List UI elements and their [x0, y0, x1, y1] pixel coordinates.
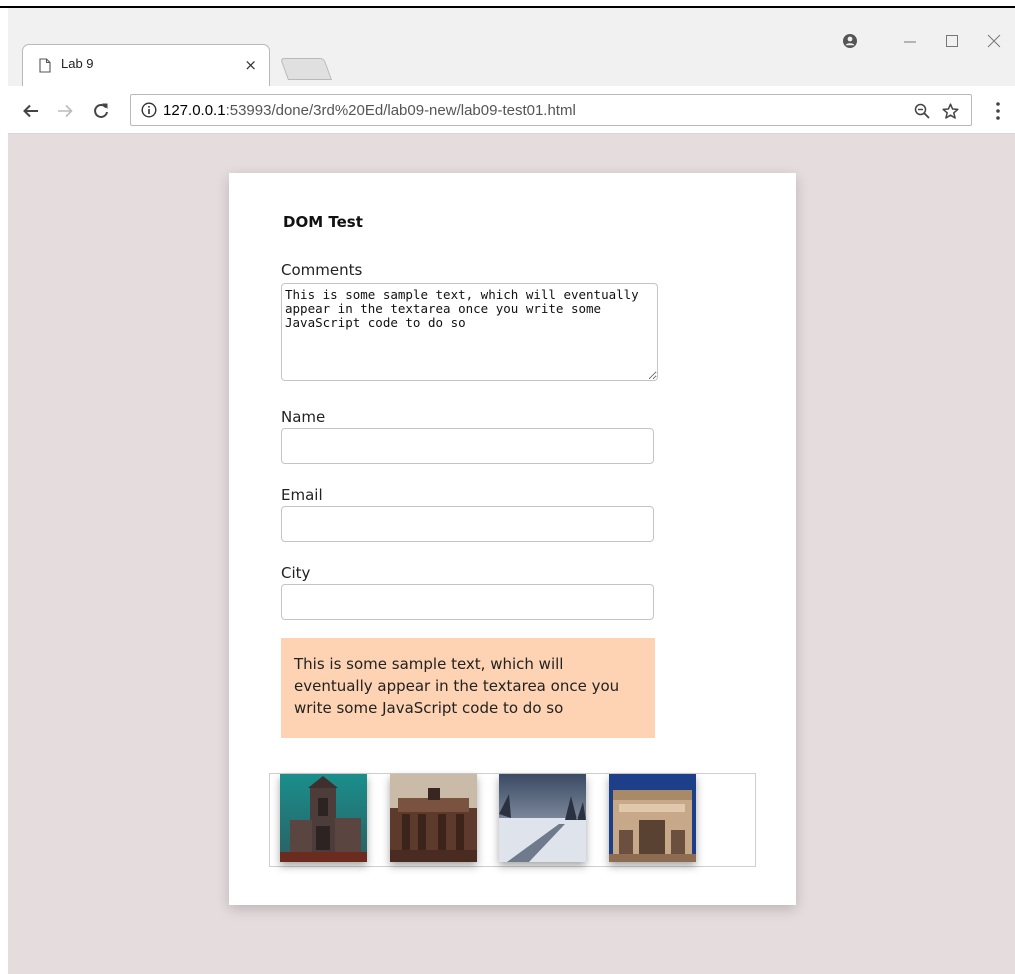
thumbnail-snowy-road[interactable] [499, 774, 586, 862]
name-input[interactable] [281, 428, 654, 464]
url-text: 127.0.0.1:53993/done/3rd%20Ed/lab09-new/… [163, 102, 576, 119]
comments-label: Comments [281, 261, 363, 279]
close-icon[interactable] [973, 26, 1015, 56]
city-label: City [281, 564, 311, 582]
tab-close-icon[interactable]: × [244, 56, 257, 74]
tab-title: Lab 9 [61, 56, 94, 71]
email-input[interactable] [281, 506, 654, 542]
url-path: :53993/done/3rd%20Ed/lab09-new/lab09-tes… [225, 102, 576, 119]
comments-textarea[interactable]: This is some sample text, which will eve… [281, 283, 658, 381]
name-label: Name [281, 408, 326, 426]
tab-lab9[interactable]: Lab 9 × [22, 44, 270, 86]
city-input[interactable] [281, 584, 654, 620]
thumbnail-strip [269, 773, 756, 867]
page-icon [39, 58, 51, 73]
thumbnail-gate[interactable] [390, 774, 477, 862]
star-icon[interactable] [941, 102, 959, 120]
tab-strip: Lab 9 × [8, 8, 1015, 86]
forward-icon[interactable] [52, 98, 78, 124]
output-box: This is some sample text, which will eve… [281, 638, 655, 738]
reload-icon[interactable] [88, 98, 114, 124]
minimize-icon[interactable] [889, 26, 931, 56]
info-icon[interactable] [141, 102, 157, 118]
browser-window: Lab 9 × 127.0.0.1:53993/done/3rd%20Ed/la… [8, 8, 1015, 974]
maximize-icon[interactable] [931, 26, 973, 56]
content-card: DOM Test Comments This is some sample te… [229, 173, 796, 905]
address-bar[interactable]: 127.0.0.1:53993/done/3rd%20Ed/lab09-new/… [130, 94, 972, 126]
thumbnail-church[interactable] [280, 774, 367, 862]
toolbar: 127.0.0.1:53993/done/3rd%20Ed/lab09-new/… [8, 86, 1015, 134]
thumbnail-arch[interactable] [609, 774, 696, 862]
url-host: 127.0.0.1 [163, 102, 226, 119]
page-title: DOM Test [283, 213, 363, 231]
new-tab-button[interactable] [279, 58, 333, 80]
menu-icon[interactable] [993, 100, 1003, 122]
zoom-icon[interactable] [913, 102, 931, 120]
email-label: Email [281, 486, 323, 504]
back-icon[interactable] [18, 98, 44, 124]
profile-icon[interactable] [829, 26, 871, 56]
window-controls [829, 26, 1015, 56]
